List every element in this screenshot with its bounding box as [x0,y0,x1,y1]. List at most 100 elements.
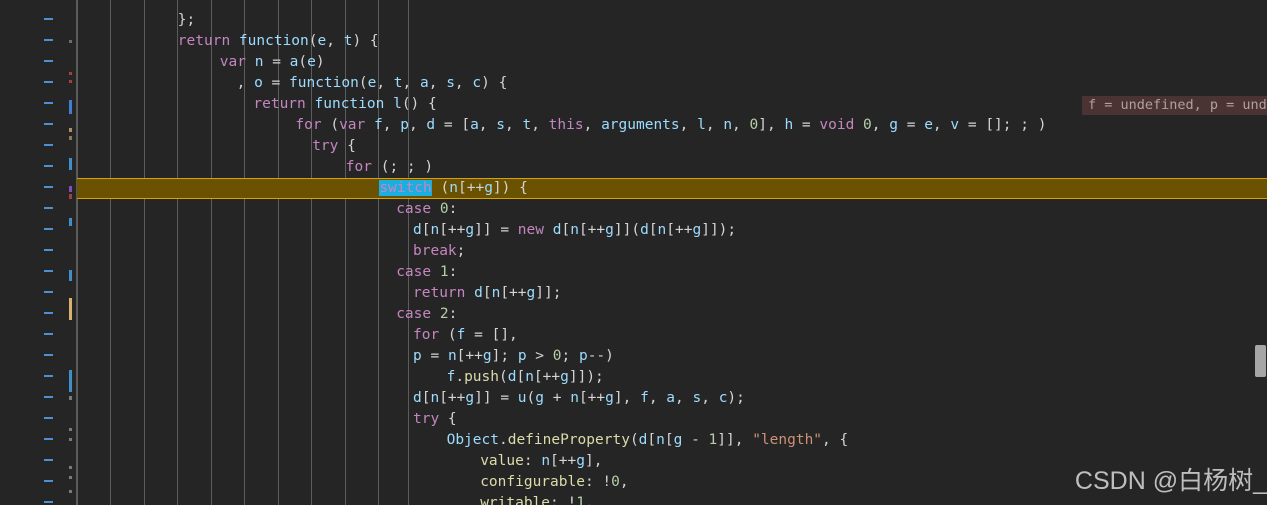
code-token: = [897,117,925,133]
code-token: arguments [601,117,680,133]
code-token: function [289,75,359,91]
code-token: + [544,390,571,406]
code-line[interactable]: switch (n[++g]) { [77,178,528,199]
code-line[interactable]: for (var f, p, d = [a, s, t, this, argum… [77,115,1046,136]
code-token: p [413,348,422,364]
code-line[interactable]: case 1: [77,262,457,283]
code-token: ]], [717,432,753,448]
code-token: ]) { [492,180,528,196]
fold-marker[interactable] [44,501,53,503]
code-token: n [570,390,579,406]
fold-marker[interactable] [44,333,53,335]
code-token: n [447,348,457,364]
code-token: a [419,75,429,91]
code-token: 0 [611,474,620,490]
code-line[interactable]: }; [77,10,195,31]
fold-marker[interactable] [44,39,53,41]
overview-mark [69,476,72,479]
code-line[interactable]: p = n[++g]; p > 0; p--) [77,346,614,367]
fold-marker[interactable] [44,186,53,188]
vertical-scrollbar-thumb[interactable] [1255,345,1266,377]
code-line[interactable]: d[n[++g]] = u(g + n[++g], f, a, s, c); [77,388,745,409]
fold-marker[interactable] [44,396,53,398]
code-token: void [819,117,855,133]
code-line[interactable]: try { [77,409,457,430]
fold-marker[interactable] [44,228,53,230]
fold-marker[interactable] [44,438,53,440]
code-line[interactable]: break; [77,241,465,262]
code-token: case [396,201,432,217]
code-line[interactable]: for (f = [], [77,325,518,346]
code-line[interactable]: value: n[++g], [77,451,602,472]
code-line[interactable]: Object.defineProperty(d[n[g - 1]], "leng… [77,430,849,451]
code-token: ; [561,348,579,364]
code-line[interactable]: case 0: [77,199,457,220]
code-token: e [924,117,933,133]
code-token: , { [822,432,849,448]
code-line[interactable]: for (; ; ) [77,157,433,178]
fold-marker[interactable] [44,60,53,62]
fold-marker[interactable] [44,249,53,251]
fold-marker[interactable] [44,123,53,125]
fold-marker[interactable] [44,270,53,272]
overview-mark [69,298,72,320]
code-line[interactable]: , o = function(e, t, a, s, c) { [77,73,508,94]
code-token: new [517,222,544,238]
code-token: ) { [481,75,508,91]
code-token: , [478,117,497,133]
code-line[interactable]: configurable: !0, [77,472,628,493]
code-token: g [526,285,536,301]
code-token: d [413,390,422,406]
overview-mark [69,80,72,83]
code-token: , [675,390,693,406]
fold-marker[interactable] [44,207,53,209]
fold-marker[interactable] [44,18,53,20]
code-token: n [449,180,458,196]
code-token: , [505,117,523,133]
code-token: return [177,33,231,49]
code-token: var [219,54,246,70]
fold-marker[interactable] [44,480,53,482]
code-line[interactable]: return d[n[++g]]; [77,283,561,304]
code-token: [++ [500,285,527,301]
code-editor-window: }; return function(e, t) {var n = a(e), o… [0,0,1267,505]
fold-marker[interactable] [44,81,53,83]
fold-marker[interactable] [44,102,53,104]
code-token: f [640,390,649,406]
code-line[interactable]: return function(e, t) { [77,31,379,52]
code-line[interactable]: var n = a(e) [77,52,325,73]
code-token: , [932,117,951,133]
fold-marker[interactable] [44,354,53,356]
fold-marker[interactable] [44,312,53,314]
code-token: ( [298,54,308,70]
code-token: p [578,348,588,364]
fold-marker[interactable] [44,459,53,461]
code-token: return [253,96,306,112]
fold-marker[interactable] [44,417,53,419]
code-token: 1 [708,432,718,448]
code-token: d [474,285,483,301]
fold-marker[interactable] [44,144,53,146]
code-token: , [428,75,447,91]
code-line[interactable]: return function l() { [77,94,436,115]
code-token: g [692,222,702,238]
code-line[interactable]: try { [77,136,356,157]
code-token: 1 [576,495,585,505]
fold-marker[interactable] [44,165,53,167]
code-line[interactable]: writable: !1, [77,493,594,505]
code-token: ( [526,390,536,406]
code-token: return [413,285,466,301]
overview-mark [69,370,72,392]
fold-marker[interactable] [44,291,53,293]
code-token: [++ [578,390,606,406]
code-token: ); [727,390,745,406]
code-token: e [367,75,377,91]
code-line[interactable]: f.push(d[n[++g]]); [77,367,604,388]
code-token: . [498,432,508,448]
code-line[interactable]: d[n[++g]] = new d[n[++g]](d[n[++g]]); [77,220,736,241]
code-token: [ [516,369,526,385]
code-line[interactable]: case 2: [77,304,457,325]
fold-marker[interactable] [44,375,53,377]
fold-gutter[interactable] [0,0,66,505]
code-viewport[interactable]: }; return function(e, t) {var n = a(e), o… [77,0,1267,505]
